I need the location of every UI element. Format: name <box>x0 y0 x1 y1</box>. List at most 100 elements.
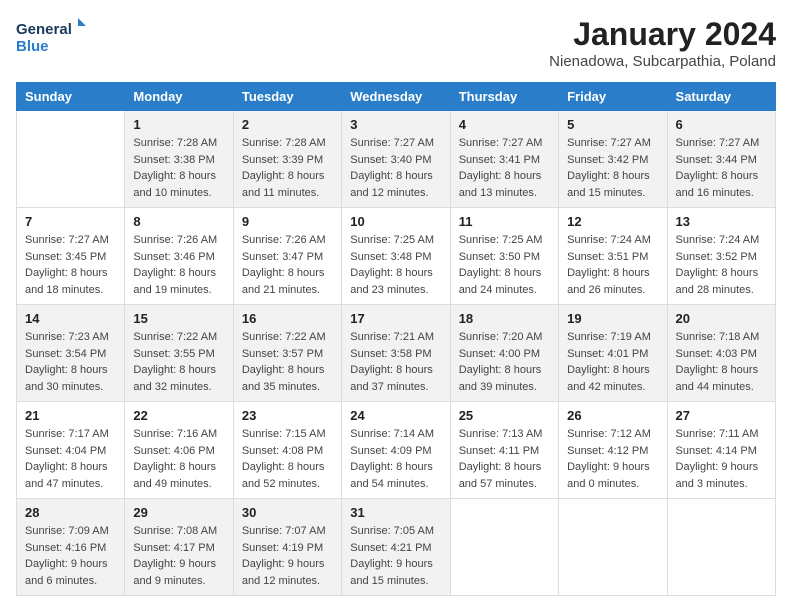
day-details: Sunrise: 7:22 AM Sunset: 3:57 PM Dayligh… <box>242 329 333 395</box>
day-details: Sunrise: 7:25 AM Sunset: 3:48 PM Dayligh… <box>350 232 441 298</box>
daylight-text: Daylight: 8 hours and 23 minutes. <box>350 267 433 296</box>
calendar-cell: 12 Sunrise: 7:24 AM Sunset: 3:51 PM Dayl… <box>559 208 667 305</box>
calendar-week-row: 21 Sunrise: 7:17 AM Sunset: 4:04 PM Dayl… <box>17 402 776 499</box>
sunrise-text: Sunrise: 7:11 AM <box>676 428 759 440</box>
sunset-text: Sunset: 3:38 PM <box>133 154 214 166</box>
sunrise-text: Sunrise: 7:26 AM <box>242 234 326 246</box>
sunset-text: Sunset: 4:00 PM <box>459 348 540 360</box>
sunrise-text: Sunrise: 7:27 AM <box>350 137 434 149</box>
calendar-table: SundayMondayTuesdayWednesdayThursdayFrid… <box>16 82 776 596</box>
day-details: Sunrise: 7:23 AM Sunset: 3:54 PM Dayligh… <box>25 329 116 395</box>
day-number: 8 <box>133 214 224 229</box>
sunrise-text: Sunrise: 7:19 AM <box>567 331 651 343</box>
day-details: Sunrise: 7:21 AM Sunset: 3:58 PM Dayligh… <box>350 329 441 395</box>
calendar-day-header: Sunday <box>17 83 125 111</box>
calendar-cell: 29 Sunrise: 7:08 AM Sunset: 4:17 PM Dayl… <box>125 499 233 596</box>
sunrise-text: Sunrise: 7:25 AM <box>350 234 434 246</box>
daylight-text: Daylight: 8 hours and 47 minutes. <box>25 461 108 490</box>
daylight-text: Daylight: 8 hours and 12 minutes. <box>350 170 433 199</box>
day-number: 10 <box>350 214 441 229</box>
sunset-text: Sunset: 4:06 PM <box>133 445 214 457</box>
day-number: 25 <box>459 408 550 423</box>
day-number: 24 <box>350 408 441 423</box>
day-details: Sunrise: 7:27 AM Sunset: 3:45 PM Dayligh… <box>25 232 116 298</box>
calendar-cell: 2 Sunrise: 7:28 AM Sunset: 3:39 PM Dayli… <box>233 111 341 208</box>
daylight-text: Daylight: 9 hours and 15 minutes. <box>350 558 433 587</box>
sunset-text: Sunset: 4:03 PM <box>676 348 757 360</box>
sunset-text: Sunset: 4:09 PM <box>350 445 431 457</box>
sunset-text: Sunset: 4:12 PM <box>567 445 648 457</box>
sunset-text: Sunset: 3:57 PM <box>242 348 323 360</box>
calendar-cell: 16 Sunrise: 7:22 AM Sunset: 3:57 PM Dayl… <box>233 305 341 402</box>
day-number: 4 <box>459 117 550 132</box>
calendar-cell: 26 Sunrise: 7:12 AM Sunset: 4:12 PM Dayl… <box>559 402 667 499</box>
day-number: 15 <box>133 311 224 326</box>
sunrise-text: Sunrise: 7:15 AM <box>242 428 326 440</box>
calendar-cell: 3 Sunrise: 7:27 AM Sunset: 3:40 PM Dayli… <box>342 111 450 208</box>
sunrise-text: Sunrise: 7:27 AM <box>25 234 109 246</box>
day-details: Sunrise: 7:27 AM Sunset: 3:42 PM Dayligh… <box>567 135 658 201</box>
calendar-week-row: 14 Sunrise: 7:23 AM Sunset: 3:54 PM Dayl… <box>17 305 776 402</box>
day-number: 29 <box>133 505 224 520</box>
calendar-cell: 21 Sunrise: 7:17 AM Sunset: 4:04 PM Dayl… <box>17 402 125 499</box>
day-number: 1 <box>133 117 224 132</box>
svg-text:General: General <box>16 21 72 38</box>
calendar-cell: 4 Sunrise: 7:27 AM Sunset: 3:41 PM Dayli… <box>450 111 558 208</box>
sunset-text: Sunset: 3:55 PM <box>133 348 214 360</box>
sunset-text: Sunset: 3:45 PM <box>25 251 106 263</box>
calendar-header-row: SundayMondayTuesdayWednesdayThursdayFrid… <box>17 83 776 111</box>
day-number: 30 <box>242 505 333 520</box>
daylight-text: Daylight: 8 hours and 19 minutes. <box>133 267 216 296</box>
calendar-cell: 20 Sunrise: 7:18 AM Sunset: 4:03 PM Dayl… <box>667 305 775 402</box>
sunrise-text: Sunrise: 7:27 AM <box>459 137 543 149</box>
daylight-text: Daylight: 8 hours and 44 minutes. <box>676 364 759 393</box>
calendar-cell: 11 Sunrise: 7:25 AM Sunset: 3:50 PM Dayl… <box>450 208 558 305</box>
day-details: Sunrise: 7:14 AM Sunset: 4:09 PM Dayligh… <box>350 426 441 492</box>
day-number: 9 <box>242 214 333 229</box>
sunset-text: Sunset: 3:47 PM <box>242 251 323 263</box>
daylight-text: Daylight: 9 hours and 12 minutes. <box>242 558 325 587</box>
day-number: 22 <box>133 408 224 423</box>
daylight-text: Daylight: 8 hours and 35 minutes. <box>242 364 325 393</box>
daylight-text: Daylight: 8 hours and 15 minutes. <box>567 170 650 199</box>
sunset-text: Sunset: 4:04 PM <box>25 445 106 457</box>
calendar-cell: 5 Sunrise: 7:27 AM Sunset: 3:42 PM Dayli… <box>559 111 667 208</box>
sunset-text: Sunset: 4:17 PM <box>133 542 214 554</box>
calendar-cell: 28 Sunrise: 7:09 AM Sunset: 4:16 PM Dayl… <box>17 499 125 596</box>
day-details: Sunrise: 7:11 AM Sunset: 4:14 PM Dayligh… <box>676 426 767 492</box>
day-details: Sunrise: 7:24 AM Sunset: 3:51 PM Dayligh… <box>567 232 658 298</box>
sunset-text: Sunset: 3:40 PM <box>350 154 431 166</box>
calendar-cell: 17 Sunrise: 7:21 AM Sunset: 3:58 PM Dayl… <box>342 305 450 402</box>
day-details: Sunrise: 7:12 AM Sunset: 4:12 PM Dayligh… <box>567 426 658 492</box>
daylight-text: Daylight: 9 hours and 3 minutes. <box>676 461 759 490</box>
sunrise-text: Sunrise: 7:22 AM <box>242 331 326 343</box>
daylight-text: Daylight: 8 hours and 54 minutes. <box>350 461 433 490</box>
daylight-text: Daylight: 8 hours and 49 minutes. <box>133 461 216 490</box>
day-number: 17 <box>350 311 441 326</box>
sunrise-text: Sunrise: 7:07 AM <box>242 525 326 537</box>
day-number: 6 <box>676 117 767 132</box>
sunrise-text: Sunrise: 7:21 AM <box>350 331 434 343</box>
sunset-text: Sunset: 3:46 PM <box>133 251 214 263</box>
day-details: Sunrise: 7:20 AM Sunset: 4:00 PM Dayligh… <box>459 329 550 395</box>
calendar-cell: 9 Sunrise: 7:26 AM Sunset: 3:47 PM Dayli… <box>233 208 341 305</box>
calendar-cell: 18 Sunrise: 7:20 AM Sunset: 4:00 PM Dayl… <box>450 305 558 402</box>
sunrise-text: Sunrise: 7:24 AM <box>676 234 760 246</box>
daylight-text: Daylight: 8 hours and 18 minutes. <box>25 267 108 296</box>
daylight-text: Daylight: 8 hours and 37 minutes. <box>350 364 433 393</box>
day-number: 21 <box>25 408 116 423</box>
calendar-cell: 23 Sunrise: 7:15 AM Sunset: 4:08 PM Dayl… <box>233 402 341 499</box>
daylight-text: Daylight: 8 hours and 30 minutes. <box>25 364 108 393</box>
svg-text:Blue: Blue <box>16 38 49 55</box>
calendar-cell <box>559 499 667 596</box>
daylight-text: Daylight: 8 hours and 21 minutes. <box>242 267 325 296</box>
sunrise-text: Sunrise: 7:12 AM <box>567 428 651 440</box>
sunrise-text: Sunrise: 7:25 AM <box>459 234 543 246</box>
calendar-cell: 13 Sunrise: 7:24 AM Sunset: 3:52 PM Dayl… <box>667 208 775 305</box>
sunrise-text: Sunrise: 7:27 AM <box>676 137 760 149</box>
sunrise-text: Sunrise: 7:22 AM <box>133 331 217 343</box>
location-subtitle: Nienadowa, Subcarpathia, Poland <box>549 53 776 70</box>
sunset-text: Sunset: 4:11 PM <box>459 445 540 457</box>
day-details: Sunrise: 7:22 AM Sunset: 3:55 PM Dayligh… <box>133 329 224 395</box>
day-number: 26 <box>567 408 658 423</box>
